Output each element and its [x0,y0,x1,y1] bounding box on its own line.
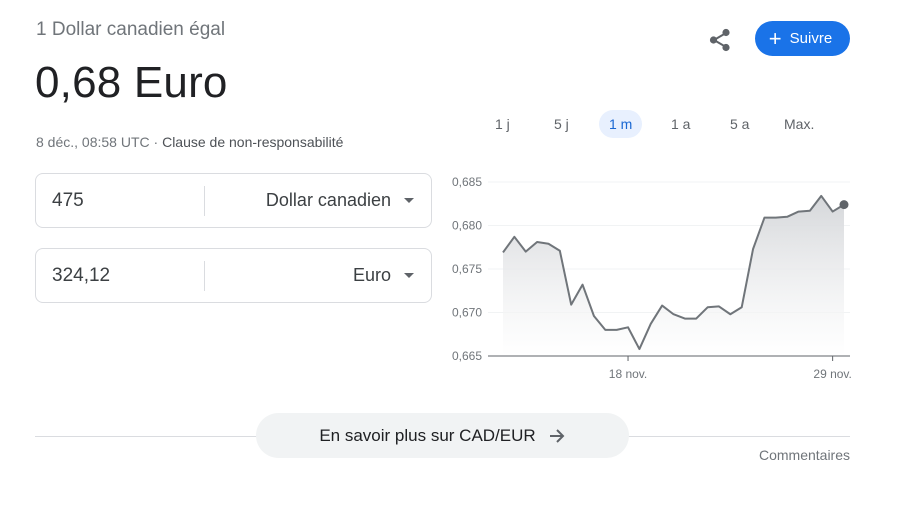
from-currency-label: Dollar canadien [265,190,391,210]
tab-5a[interactable]: 5 a [720,110,759,138]
x-tick-label: 18 nov. [609,367,647,381]
feedback-link[interactable]: Commentaires [759,447,850,463]
meta-separator: · [149,134,163,150]
y-tick-label: 0,685 [452,175,482,189]
to-currency-field: Euro [35,248,432,303]
learn-more-button[interactable]: En savoir plus sur CAD/EUR [256,413,629,458]
disclaimer-link[interactable]: Clause de non-responsabilité [162,134,343,150]
to-amount-input[interactable] [36,263,204,288]
tab-1m[interactable]: 1 m [599,110,643,138]
share-button[interactable] [705,25,735,55]
arrow-right-icon [549,428,565,443]
from-currency-select[interactable]: Dollar canadien [205,174,431,227]
y-tick-label: 0,675 [452,262,482,276]
tab-1j[interactable]: 1 j [485,110,520,138]
plus-icon: + [768,25,782,51]
x-tick-label: 29 nov. [813,367,851,381]
rate-meta: 8 déc., 08:58 UTC · Clause de non-respon… [36,134,343,150]
conversion-result: 0,68 Euro [35,58,228,107]
follow-label: Suivre [789,30,833,47]
last-value-point [839,200,849,210]
series-area [503,195,844,356]
chevron-down-icon [404,273,414,278]
y-tick-label: 0,665 [452,349,482,363]
section-divider [628,436,850,437]
tab-5j[interactable]: 5 j [544,110,579,138]
tab-1a[interactable]: 1 a [661,110,700,138]
rate-timestamp: 8 déc., 08:58 UTC [36,134,150,150]
from-currency-field: Dollar canadien [35,173,432,228]
follow-button[interactable]: + Suivre [755,21,850,56]
conversion-subtitle: 1 Dollar canadien égal [36,19,226,40]
currency-converter-widget: 1 Dollar canadien égal 0,68 Euro 8 déc.,… [0,0,922,512]
to-currency-select[interactable]: Euro [205,249,431,302]
chevron-down-icon [404,198,414,203]
exchange-rate-chart[interactable]: 0,665 0,670 0,675 0,680 0,685 18 nov. 29 nov. [440,168,860,388]
y-tick-label: 0,670 [452,306,482,320]
to-currency-label: Euro [352,265,391,285]
learn-more-label: En savoir plus sur CAD/EUR [319,425,536,445]
tab-max[interactable]: Max. [774,110,824,138]
from-amount-input[interactable] [36,188,204,213]
section-divider [35,436,257,437]
y-tick-label: 0,680 [452,219,482,233]
time-range-tabs: 1 j 5 j 1 m 1 a 5 a Max. [482,110,852,140]
share-icon [709,28,730,52]
